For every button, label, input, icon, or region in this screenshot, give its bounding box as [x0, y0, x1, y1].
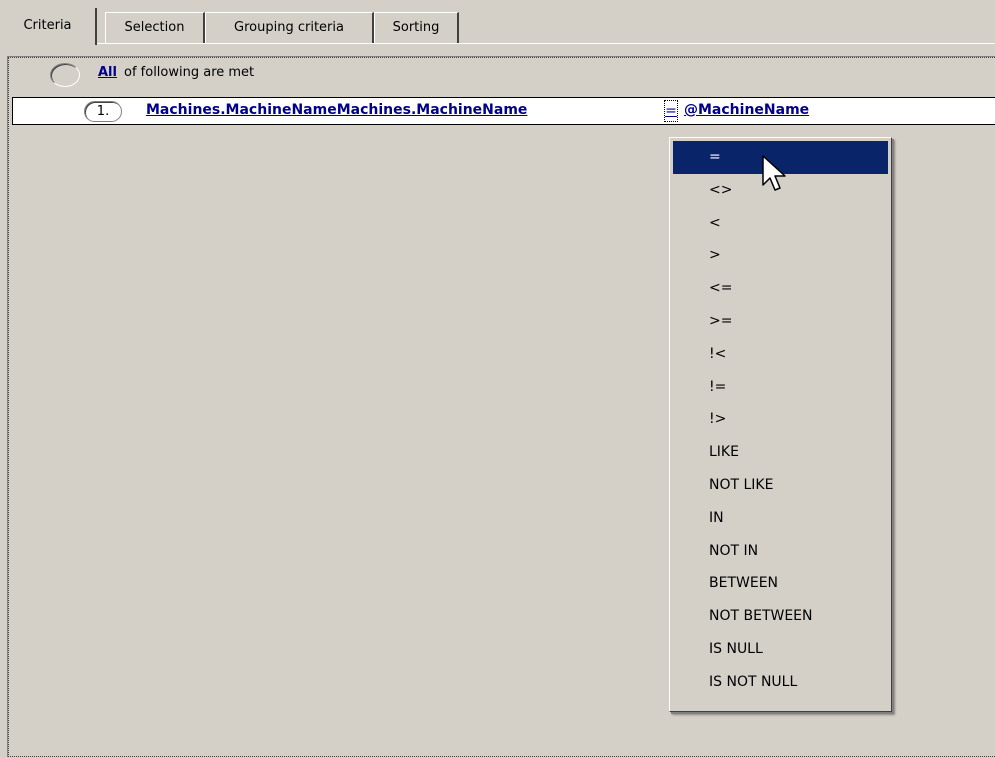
tab-sorting[interactable]: Sorting [374, 12, 459, 43]
operator-option[interactable]: LIKE [673, 436, 888, 469]
operator-option[interactable]: BETWEEN [673, 567, 888, 600]
condition-row[interactable]: 1. Machines.MachineNameMachines.MachineN… [12, 97, 995, 125]
tab-selection[interactable]: Selection [105, 12, 205, 43]
condition-operator-link[interactable]: = [664, 100, 678, 122]
group-row: All of following are met [8, 57, 995, 95]
operator-option[interactable]: != [673, 371, 888, 404]
operator-option[interactable]: !> [673, 403, 888, 436]
operator-option[interactable]: <= [673, 272, 888, 305]
tab-bar: Criteria Selection Grouping criteria Sor… [0, 8, 995, 45]
condition-number-button[interactable]: 1. [84, 101, 122, 122]
operator-option[interactable]: NOT IN [673, 535, 888, 568]
tab-baseline [0, 43, 995, 44]
quantifier-link[interactable]: All [98, 65, 117, 80]
operator-option[interactable]: IS NULL [673, 633, 888, 666]
operator-option[interactable]: !< [673, 338, 888, 371]
operator-option[interactable]: IN [673, 502, 888, 535]
operator-option[interactable]: NOT LIKE [673, 469, 888, 502]
condition-value-link[interactable]: @MachineName [684, 102, 809, 118]
mouse-pointer-icon [762, 155, 786, 191]
operator-option[interactable]: < [673, 207, 888, 240]
group-description: of following are met [124, 65, 255, 80]
tab-criteria[interactable]: Criteria [0, 8, 97, 45]
operator-option[interactable]: > [673, 239, 888, 272]
tab-grouping-criteria[interactable]: Grouping criteria [205, 12, 374, 43]
operator-option[interactable]: IS NOT NULL [673, 666, 888, 699]
group-toggle-button[interactable] [50, 63, 80, 87]
operator-dropdown[interactable]: = <> < > <= >= !< != !> LIKE NOT LIKE IN… [669, 137, 892, 712]
operator-option[interactable]: >= [673, 305, 888, 338]
operator-option[interactable]: NOT BETWEEN [673, 600, 888, 633]
condition-field-link[interactable]: Machines.MachineNameMachines.MachineName [146, 102, 527, 118]
